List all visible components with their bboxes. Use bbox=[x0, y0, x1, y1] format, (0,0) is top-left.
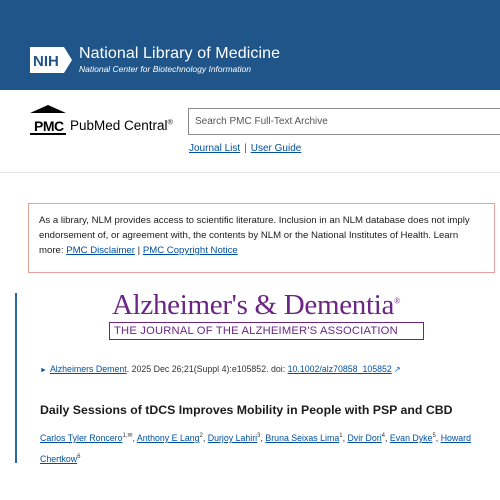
journal-logo-name: Alzheimer's & Dementia® bbox=[112, 289, 400, 321]
sub-navigation: Journal List | User Guide bbox=[189, 143, 301, 154]
author-link[interactable]: Anthony E Lang bbox=[137, 433, 200, 443]
author-link[interactable]: Evan Dyke bbox=[390, 433, 433, 443]
author-link[interactable]: Carlos Tyler Roncero bbox=[40, 433, 122, 443]
author-affiliation[interactable]: 3 bbox=[257, 433, 260, 439]
journal-subtitle-box: THE JOURNAL OF THE ALZHEIMER'S ASSOCIATI… bbox=[109, 322, 424, 340]
nih-logo-text: NIH bbox=[33, 53, 59, 70]
pmc-logo[interactable]: PMC PubMed Central® bbox=[28, 104, 178, 138]
author-affiliation[interactable]: 1 bbox=[339, 433, 342, 439]
author-link[interactable]: Dvir Dori bbox=[347, 433, 381, 443]
pmc-name: PubMed Central® bbox=[70, 118, 173, 133]
author-link[interactable]: Bruna Seixas Lima bbox=[265, 433, 339, 443]
author-affiliation[interactable]: 4 bbox=[382, 433, 385, 439]
journal-subtitle: THE JOURNAL OF THE ALZHEIMER'S ASSOCIATI… bbox=[114, 325, 398, 337]
pmc-disclaimer-link[interactable]: PMC Disclaimer bbox=[66, 245, 135, 256]
doi-link[interactable]: 10.1002/alz70858_105852 bbox=[288, 364, 392, 374]
author-list: Carlos Tyler Roncero1,✉, Anthony E Lang2… bbox=[40, 432, 471, 464]
nih-logo-icon[interactable]: NIH bbox=[30, 47, 72, 73]
header-divider bbox=[0, 172, 500, 173]
nlm-disclaimer: As a library, NLM provides access to sci… bbox=[28, 203, 495, 273]
author-affiliation[interactable]: 5 bbox=[432, 433, 435, 439]
org-subtitle: National Center for Biotechnology Inform… bbox=[79, 64, 251, 74]
author-affiliation[interactable]: 6 bbox=[77, 454, 80, 460]
author-affiliation[interactable]: 2 bbox=[200, 433, 203, 439]
author-affiliation[interactable]: 1,✉ bbox=[122, 433, 132, 439]
journal-list-link[interactable]: Journal List bbox=[189, 143, 240, 154]
disclaimer-separator: | bbox=[137, 245, 141, 256]
journal-banner[interactable]: Alzheimer's & Dementia® THE JOURNAL OF T… bbox=[109, 289, 424, 341]
journal-abbrev-link[interactable]: Alzheimers Dement bbox=[50, 364, 127, 374]
pmc-logo-text: PMC bbox=[34, 118, 64, 134]
user-guide-link[interactable]: User Guide bbox=[251, 143, 302, 154]
search-input[interactable] bbox=[188, 108, 500, 135]
citation-details: . 2025 Dec 26;21(Suppl 4):e105852. doi: bbox=[126, 364, 288, 374]
external-link-icon: ↗ bbox=[393, 365, 401, 374]
pmc-copyright-link[interactable]: PMC Copyright Notice bbox=[143, 245, 238, 256]
disclaimer-text: As a library, NLM provides access to sci… bbox=[39, 215, 470, 241]
expand-triangle-icon[interactable]: ► bbox=[40, 367, 47, 374]
article-title: Daily Sessions of tDCS Improves Mobility… bbox=[40, 403, 453, 417]
author-link[interactable]: Durjoy Lahiri bbox=[208, 433, 257, 443]
org-name[interactable]: National Library of Medicine bbox=[79, 45, 280, 63]
link-separator: | bbox=[244, 143, 247, 154]
article-left-rule bbox=[15, 293, 17, 463]
citation-line: ► Alzheimers Dement. 2025 Dec 26;21(Suppl… bbox=[40, 364, 401, 374]
